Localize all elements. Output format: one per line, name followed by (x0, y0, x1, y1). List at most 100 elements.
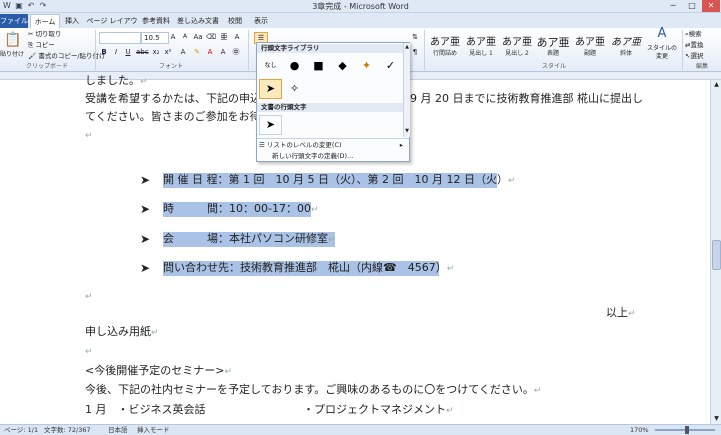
find-button[interactable]: ⌕検索 (685, 29, 702, 39)
bullet-star-option[interactable]: ✦ (355, 56, 378, 76)
clear-format-icon[interactable]: ⌫ (206, 32, 216, 42)
doc-text: 9 月 20 日までに技術教育推進部 椛山に提出し (410, 92, 643, 105)
paste-button[interactable]: 貼り付け (0, 50, 24, 60)
change-case-icon[interactable]: Aa (193, 32, 203, 42)
style-heading-2[interactable]: あア亜 見出し 2 (500, 36, 534, 62)
format-painter-button[interactable]: 🖌 書式のコピー/貼り付け (28, 51, 106, 61)
bullet-circle-option[interactable]: ● (283, 56, 306, 76)
insert-mode[interactable]: 挿入モード (137, 425, 170, 435)
page-count[interactable]: ページ: 1/1 (4, 425, 38, 435)
scroll-up-icon[interactable]: ▲ (712, 80, 721, 89)
select-button[interactable]: ↖選択 (685, 51, 703, 61)
list-bullet: ➤ (140, 202, 151, 216)
change-list-level-item[interactable]: ☰ リストのレベルの変更(C) ▸ (259, 140, 403, 150)
doc-text: 時 間：10：00-17：00 (163, 202, 311, 215)
subscript-button[interactable]: x₂ (151, 47, 161, 57)
change-styles-button[interactable]: スタイルの変更 (646, 45, 678, 61)
tab-mailings[interactable]: 差し込み文書 (176, 14, 220, 28)
sort-icon[interactable]: ⇅ (410, 32, 420, 42)
scissors-icon: ✂ (28, 30, 34, 38)
zoom-slider-thumb[interactable] (685, 426, 689, 434)
chevron-down-icon[interactable]: ▼ (404, 127, 410, 135)
list-item[interactable]: 会 場：本社パソコン研修室↵ (163, 232, 336, 247)
doc-line: ↵ (85, 289, 93, 304)
word-count[interactable]: 文字数: 72/367 (44, 425, 91, 435)
minimize-button[interactable]: ─ (664, 0, 682, 12)
grow-font-icon[interactable]: A (168, 32, 178, 42)
define-new-bullet-item[interactable]: 新しい行頭文字の定義(D)... (259, 151, 416, 161)
style-no-spacing[interactable]: あア亜 行間詰め (428, 36, 462, 62)
show-marks-icon[interactable]: ¶ (410, 47, 420, 57)
shrink-font-icon[interactable]: A (180, 32, 190, 42)
vertical-scrollbar[interactable]: ▲ ▼ (710, 80, 721, 424)
chevron-up-icon[interactable]: ▲ (404, 43, 410, 51)
tab-view[interactable]: 表示 (250, 14, 272, 28)
char-shading-icon[interactable]: A (218, 47, 228, 57)
enclose-char-icon[interactable]: ㊥ (231, 47, 241, 57)
list-item[interactable]: 開 催 日 程：第 1 回 10 月 5 日（火）、第 2 回 10 月 12 … (163, 173, 516, 188)
font-name-box[interactable] (99, 32, 141, 44)
bullet-diamond-option[interactable]: ◆ (331, 56, 354, 76)
style-title[interactable]: あア亜 表題 (536, 36, 570, 62)
char-border-icon[interactable]: A (232, 32, 242, 42)
cut-button[interactable]: ✂ 切り取り (28, 29, 62, 39)
font-size-box[interactable]: 10.5 (141, 32, 169, 44)
list-item[interactable]: 時 間：10：00-17：00↵ (163, 202, 319, 217)
style-label: 行間詰め (432, 50, 457, 57)
menu-divider (257, 138, 409, 139)
highlight-icon[interactable]: ✎ (192, 47, 202, 57)
doc-line: <今後開催予定のセミナー>↵ (85, 364, 232, 379)
style-emphasis[interactable]: あア亜 斜体 (609, 36, 643, 62)
doc-text: ・プロジェクトマネジメント (303, 403, 446, 416)
doc-text: 申し込み用紙 (85, 325, 151, 338)
bullet-library-header: 行頭文字ライブラリ (257, 44, 407, 53)
strikethrough-button[interactable]: abc (136, 47, 149, 57)
scroll-down-icon[interactable]: ▼ (712, 414, 721, 423)
underline-button[interactable]: U (123, 47, 133, 57)
replace-label: 置換 (690, 41, 704, 49)
paragraph-mark: ↵ (628, 309, 636, 319)
language-indicator[interactable]: 日本語 (108, 425, 128, 435)
replace-button[interactable]: ⇄置換 (685, 40, 703, 50)
paragraph-mark: ↵ (446, 406, 454, 416)
document-bullet-arrow[interactable]: ➤ (259, 115, 282, 135)
bullet-library-menu: 行頭文字ライブラリ なし ● ■ ◆ ✦ ✓ ➤ ✧ 文書の行頭文字 ➤ ▲ ▼… (256, 42, 410, 162)
paragraph-mark: ↵ (85, 347, 93, 357)
tab-insert[interactable]: 挿入 (60, 14, 84, 28)
tab-file[interactable]: ファイル (0, 14, 28, 28)
bullet-arrow-option[interactable]: ➤ (259, 79, 282, 99)
bullet-square-option[interactable]: ■ (307, 56, 330, 76)
style-subtitle[interactable]: あア亜 副題 (573, 36, 607, 62)
close-button[interactable]: ✕ (702, 0, 720, 12)
list-item[interactable]: 問い合わせ先：技術教育推進部 椛山（内線☎ 4567）↵ (163, 261, 454, 276)
doc-text: 開 催 日 程：第 1 回 10 月 5 日（火）、第 2 回 10 月 12 … (163, 173, 508, 186)
change-styles-icon[interactable]: A (646, 27, 678, 40)
bullet-none-option[interactable]: なし (259, 56, 282, 76)
bold-button[interactable]: B (99, 47, 109, 57)
ribbon-tabs: ファイル ホーム 挿入 ページ レイアウト 参考資料 差し込み文書 校閲 表示 (0, 13, 721, 39)
style-preview: あア亜 (536, 36, 570, 49)
paste-icon[interactable]: 📋 (2, 29, 24, 51)
tab-home[interactable]: ホーム (30, 14, 60, 29)
doc-text: てください。皆さまのご参加をお待 (85, 110, 261, 123)
superscript-button[interactable]: x² (163, 47, 173, 57)
italic-button[interactable]: I (111, 47, 121, 57)
bullet-sparkle-option[interactable]: ✧ (283, 79, 306, 99)
tab-references[interactable]: 参考資料 (140, 14, 172, 28)
zoom-level[interactable]: 170% (630, 425, 649, 435)
tab-page-layout[interactable]: ページ レイアウト (86, 14, 138, 39)
font-color-icon[interactable]: A (205, 47, 215, 57)
style-label: 斜体 (619, 50, 632, 57)
phonetic-guide-icon[interactable]: 亜 (219, 32, 229, 42)
style-preview: あア亜 (502, 37, 532, 48)
style-heading-1[interactable]: あア亜 見出し 1 (464, 36, 498, 62)
scroll-thumb[interactable] (712, 240, 721, 270)
paragraph-mark: ↵ (140, 77, 148, 87)
tab-review[interactable]: 校閲 (224, 14, 246, 28)
menu-scrollbar[interactable]: ▲ ▼ (403, 43, 410, 137)
text-effects-icon[interactable]: A (178, 47, 188, 57)
paragraph-mark: ↵ (507, 176, 516, 186)
bullet-check-option[interactable]: ✓ (379, 56, 402, 76)
copy-button[interactable]: ⎘ コピー (28, 40, 55, 50)
maximize-button[interactable]: □ (683, 0, 701, 12)
